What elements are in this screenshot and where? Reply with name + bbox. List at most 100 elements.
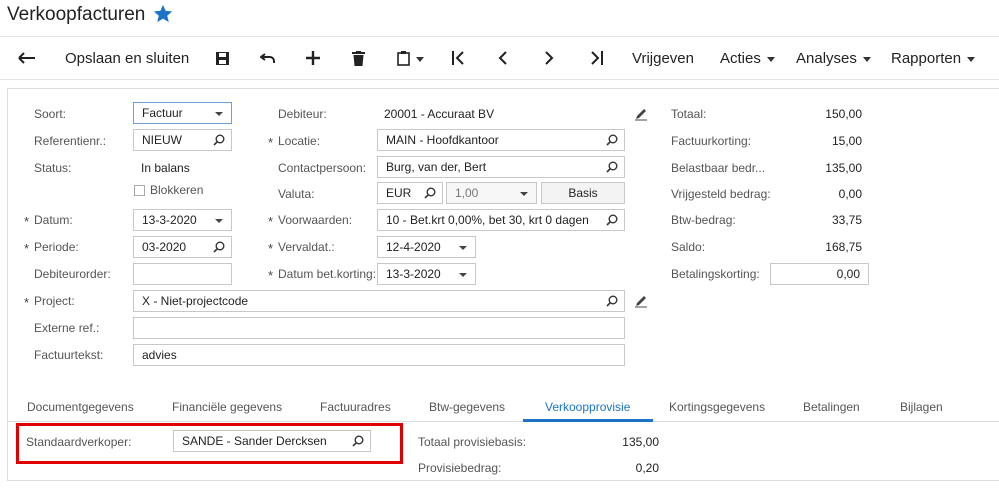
type-label: Soort: [34,107,67,121]
ref-label: Referentienr.: [34,134,107,148]
period-label: Periode: [34,240,79,254]
search-icon[interactable] [213,241,225,256]
contact-value: Burg, van der, Bert [386,160,487,174]
commission-amount-value: 0,20 [635,461,659,475]
disc-date-field[interactable]: 13-3-2020 [377,263,476,285]
contact-label: Contactpersoon: [278,161,367,175]
location-label: Locatie: [278,134,321,148]
search-icon[interactable] [606,134,618,149]
commission-base-value: 135,00 [622,435,659,449]
currency-value: EUR [386,186,412,200]
edit-pencil-icon[interactable] [634,107,648,124]
reports-label: Rapporten [891,49,962,67]
search-icon[interactable] [606,295,618,310]
rate-field[interactable]: 1,00 [446,182,537,204]
pay-disc-field[interactable]: 0,00 [770,263,869,285]
ref-value: NIEUW [142,133,182,147]
tab-billing-address[interactable]: Factuuradres [320,400,391,414]
search-icon[interactable] [213,134,225,149]
required-marker: * [268,214,274,229]
due-date-field[interactable]: 12-4-2020 [377,236,476,258]
search-icon[interactable] [352,435,364,450]
inv-disc-value: 15,00 [831,134,862,148]
search-icon[interactable] [606,214,618,229]
invoice-text-label: Factuurtekst: [34,348,104,362]
location-field[interactable]: MAIN - Hoofdkantoor [377,129,625,151]
location-value: MAIN - Hoofdkantoor [386,133,499,147]
balance-label: Saldo: [671,240,706,254]
balance-value: 168,75 [825,240,862,254]
add-icon[interactable] [306,37,320,79]
vat-label: Btw-bedrag: [671,213,736,227]
salesperson-field[interactable]: SANDE - Sander Dercksen [173,430,371,452]
edit-pencil-icon[interactable] [634,294,648,311]
back-arrow-icon[interactable] [18,37,36,79]
release-button[interactable]: Vrijgeven [632,37,694,79]
active-tab-indicator [523,419,653,422]
pay-disc-label: Betalingskorting: [671,267,760,281]
delete-icon[interactable] [352,37,365,79]
tab-vat-details[interactable]: Btw-gegevens [429,400,505,414]
inv-disc-label: Factuurkorting: [671,134,752,148]
favorite-star-icon[interactable] [152,3,174,25]
next-record-icon[interactable] [544,37,554,79]
save-close-button[interactable]: Opslaan en sluiten [65,37,189,79]
chevron-down-icon [520,192,528,196]
tab-payments[interactable]: Betalingen [803,400,860,414]
date-field[interactable]: 13-3-2020 [133,209,232,231]
date-value: 13-3-2020 [142,213,197,227]
project-value: X - Niet-projectcode [142,294,249,308]
debtor-order-field[interactable] [133,263,232,285]
salesperson-label: Standaardverkoper: [26,435,132,449]
tab-document-details[interactable]: Documentgegevens [27,400,134,414]
ext-ref-field[interactable] [133,317,625,339]
period-value: 03-2020 [142,240,187,254]
copy-paste-icon[interactable] [397,37,424,79]
chevron-down-icon [215,112,223,116]
period-field[interactable]: 03-2020 [133,236,232,258]
disc-date-value: 13-3-2020 [386,267,441,281]
save-icon[interactable] [215,37,230,79]
previous-record-icon[interactable] [498,37,508,79]
disc-date-label: Datum bet.korting: [278,267,377,281]
currency-field[interactable]: EUR [377,182,443,204]
last-record-icon[interactable] [589,37,603,79]
vat-value: 33,75 [831,213,862,227]
toolbar: Opslaan en sluiten Vrijgeven Acties Anal… [0,36,999,80]
search-icon[interactable] [606,161,618,176]
due-label: Vervaldat.: [278,240,335,254]
search-icon[interactable] [424,187,436,202]
tab-financial-details[interactable]: Financiële gegevens [172,400,282,414]
debtor-value: 20001 - Accuraat BV [384,107,495,121]
rate-value: 1,00 [455,186,479,200]
total-label: Totaal: [671,107,707,121]
terms-value: 10 - Bet.krt 0,00%, bet 30, krt 0 dagen [386,213,589,227]
tab-discount-details[interactable]: Kortingsgegevens [669,400,765,414]
invoice-text-field[interactable]: advies [133,344,625,366]
contact-field[interactable]: Burg, van der, Bert [377,156,625,178]
due-value: 12-4-2020 [386,240,441,254]
terms-field[interactable]: 10 - Bet.krt 0,00%, bet 30, krt 0 dagen [377,209,625,231]
tab-sales-commission[interactable]: Verkoopprovisie [545,400,630,414]
debtor-order-label: Debiteurorder: [34,267,111,281]
type-value: Factuur [142,106,183,120]
block-label: Blokkeren [150,183,204,197]
first-record-icon[interactable] [452,37,466,79]
required-marker: * [268,241,274,256]
block-checkbox[interactable] [134,185,145,196]
analyses-menu[interactable]: Analyses [796,37,871,79]
analyses-label: Analyses [796,49,857,67]
project-field[interactable]: X - Niet-projectcode [133,290,625,312]
undo-icon[interactable] [260,37,276,79]
type-select[interactable]: Factuur [133,102,232,124]
project-label: Project: [34,294,75,308]
taxable-value: 135,00 [825,161,862,175]
actions-menu[interactable]: Acties [720,37,775,79]
ref-field[interactable]: NIEUW [133,129,232,151]
reports-menu[interactable]: Rapporten [891,37,976,79]
required-marker: * [268,268,274,283]
tab-attachments[interactable]: Bijlagen [900,400,943,414]
date-label: Datum: [34,213,73,227]
chevron-down-icon [862,56,871,62]
basis-button[interactable]: Basis [541,182,625,204]
